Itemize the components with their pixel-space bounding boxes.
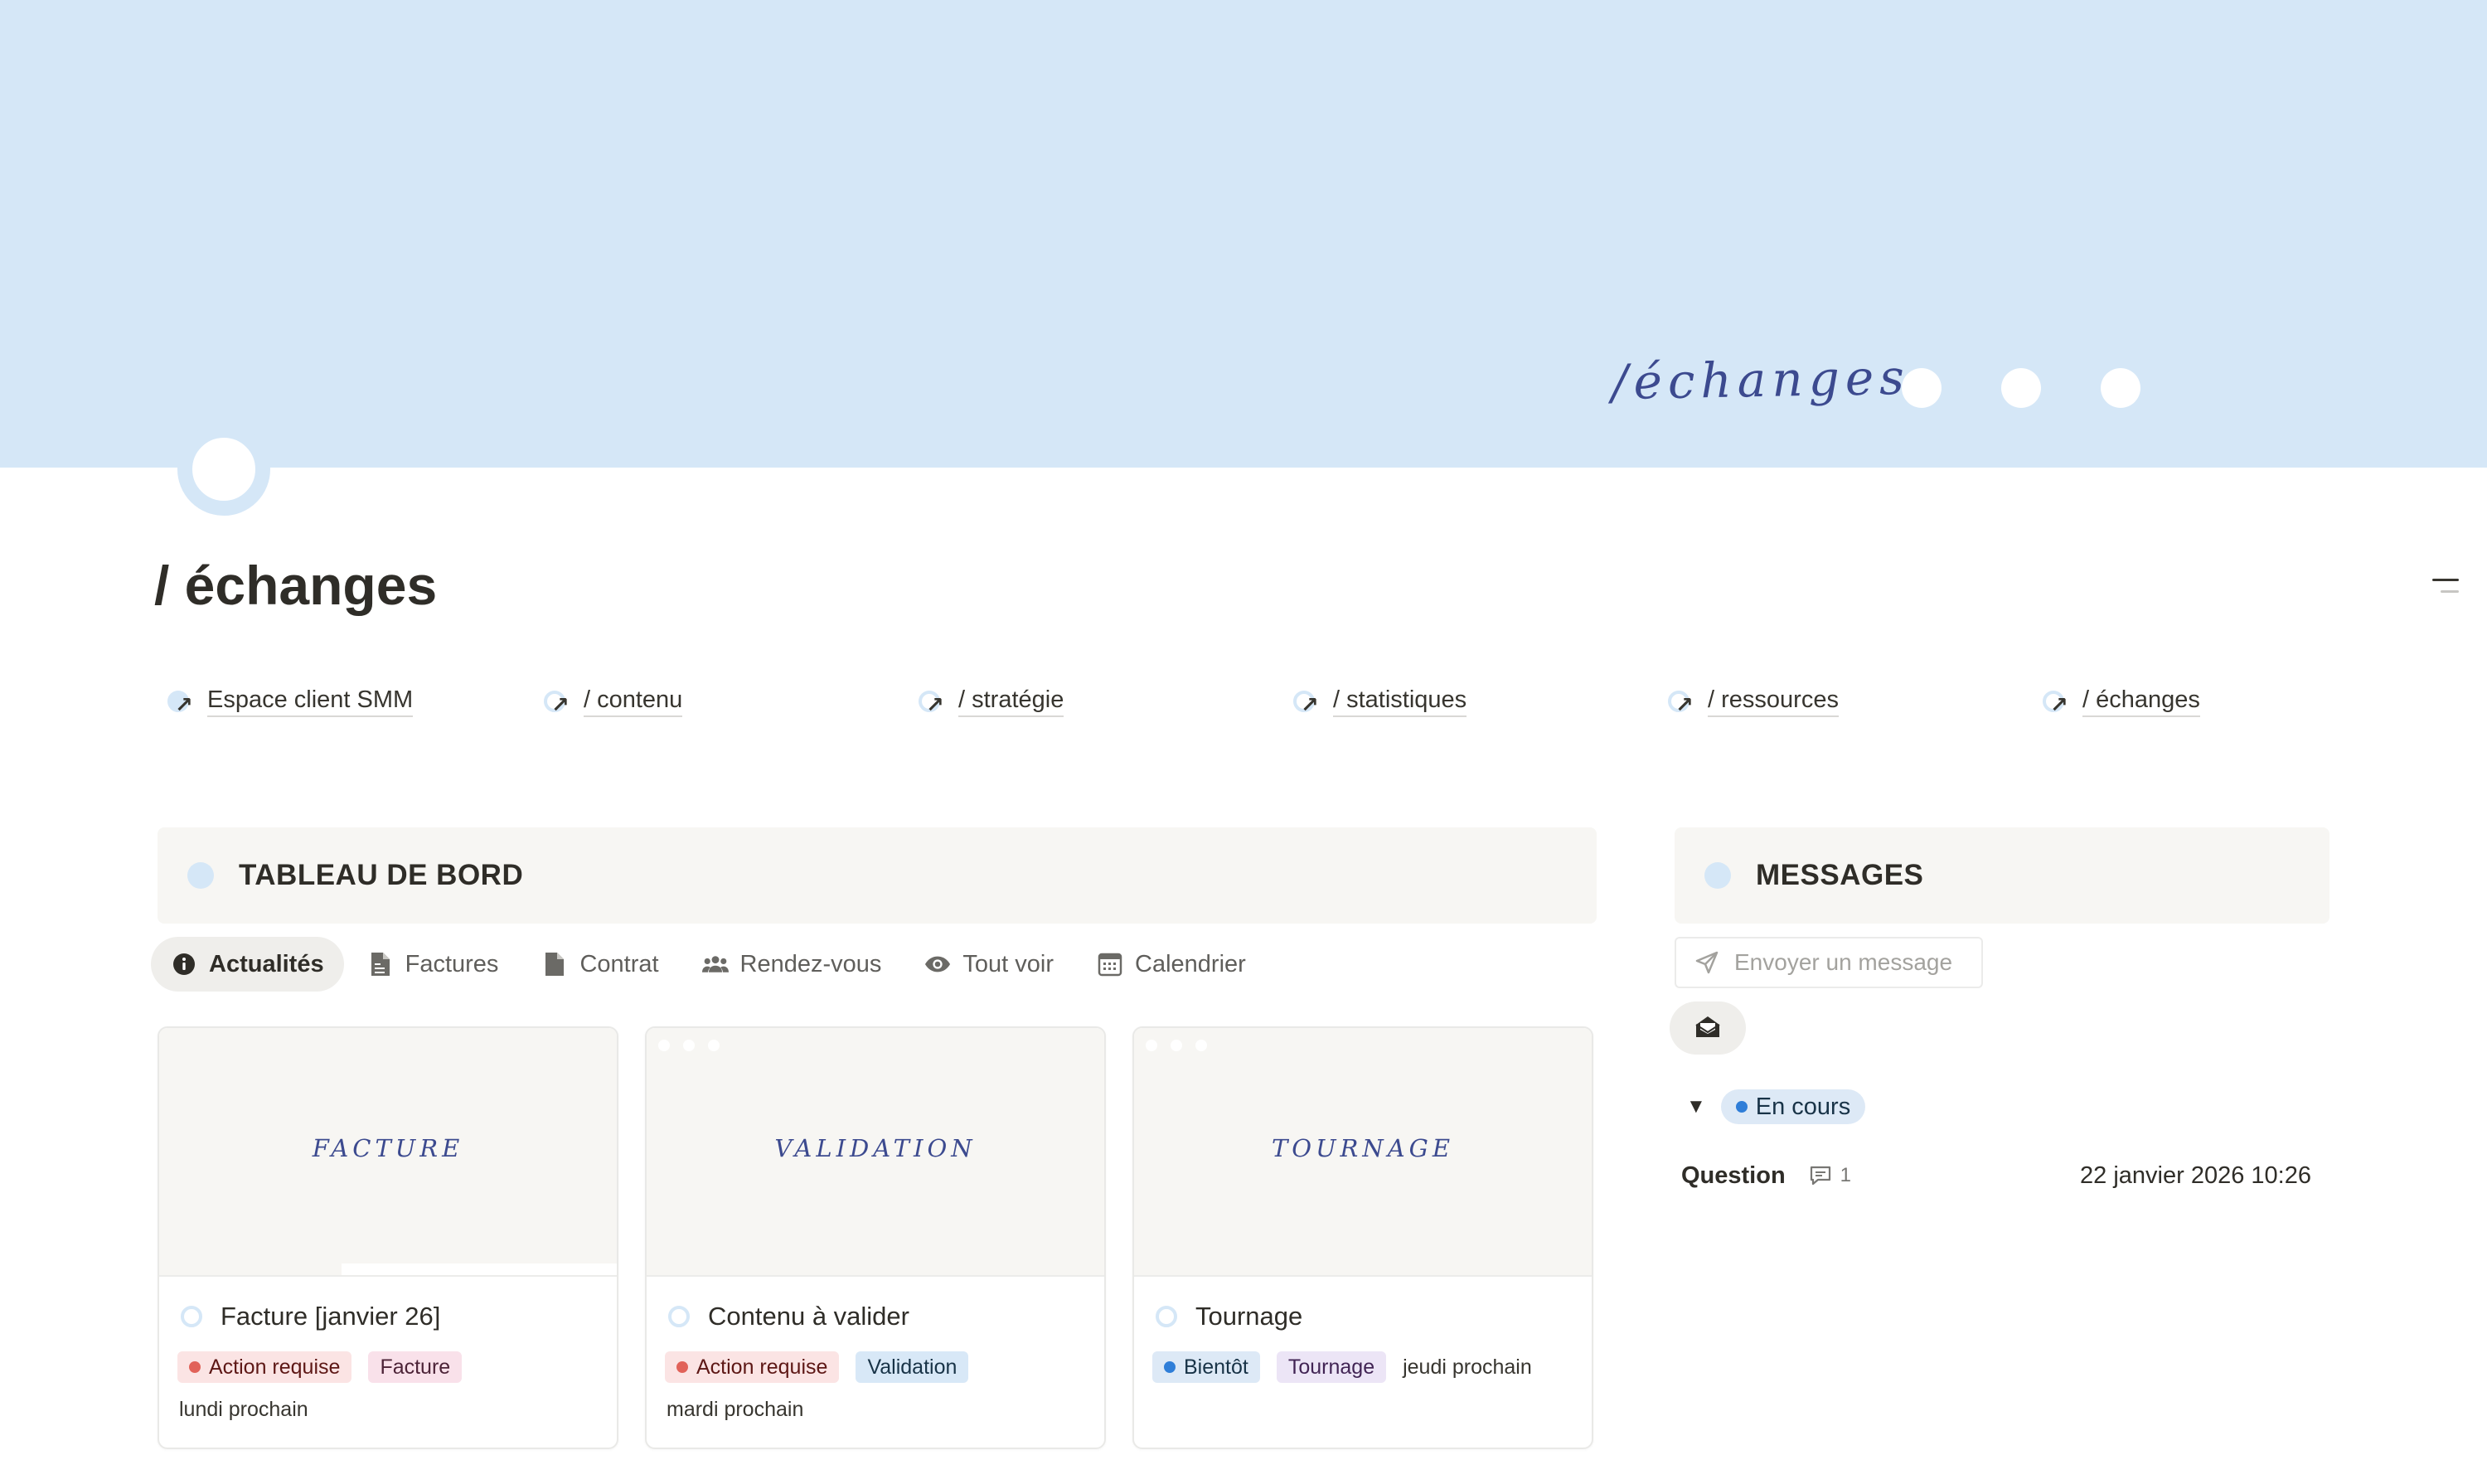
messages-title: MESSAGES <box>1756 859 1924 891</box>
card-tags: Action requise Validation <box>665 1351 985 1383</box>
info-icon <box>171 951 197 977</box>
inbox-view-button[interactable] <box>1670 1001 1746 1055</box>
tab-label: Actualités <box>209 950 324 977</box>
message-datetime: 22 janvier 2026 10:26 <box>2080 1161 2311 1189</box>
nav-link-label: / ressources <box>1708 686 1839 717</box>
inbox-icon <box>1694 1014 1722 1043</box>
cover-dot <box>2101 368 2140 408</box>
card-title-text: Tournage <box>1195 1302 1303 1331</box>
calendar-icon <box>1097 951 1123 977</box>
card-cover: TOURNAGE <box>1134 1028 1592 1277</box>
tab-label: Factures <box>405 950 499 977</box>
cover-dot <box>1902 368 1942 408</box>
status-badge: Bientôt <box>1152 1351 1260 1383</box>
card-title: Tournage <box>1156 1302 1302 1331</box>
page-circle-icon: ↗ <box>919 687 947 715</box>
tab-tout-voir[interactable]: Tout voir <box>904 937 1074 992</box>
eye-icon <box>924 951 951 977</box>
tab-contrat[interactable]: Contrat <box>521 937 678 992</box>
nav-link-label: Espace client SMM <box>207 686 414 717</box>
group-badge-label: En cours <box>1755 1093 1851 1120</box>
category-badge: Validation <box>856 1351 969 1383</box>
page-circle-icon: ↗ <box>544 687 572 715</box>
page-circle-icon: ↗ <box>1293 687 1321 715</box>
status-badge: Action requise <box>177 1351 352 1383</box>
card-cover-word: VALIDATION <box>774 1134 977 1162</box>
people-icon <box>701 951 729 977</box>
tab-factures[interactable]: Factures <box>347 937 519 992</box>
tab-label: Rendez-vous <box>739 950 882 977</box>
nav-link-contenu[interactable]: ↗ / contenu <box>544 683 683 720</box>
view-tabs: Actualités Factures Contrat Rendez-vous … <box>151 937 1269 992</box>
send-icon <box>1694 950 1719 975</box>
nav-link-ressources[interactable]: ↗ / ressources <box>1668 683 1839 720</box>
send-message-button[interactable]: Envoyer un message <box>1675 937 1983 988</box>
card-cover: FACTURE <box>159 1028 617 1277</box>
status-ring-icon <box>181 1306 202 1327</box>
nav-link-strategie[interactable]: ↗ / stratégie <box>919 683 1064 720</box>
nav-link-label: / statistiques <box>1333 686 1467 717</box>
dashboard-title: TABLEAU DE BORD <box>239 859 524 891</box>
card-cover-word: FACTURE <box>312 1134 464 1162</box>
status-badge-label: Bientôt <box>1184 1355 1248 1379</box>
card-title-text: Facture [janvier 26] <box>221 1302 441 1331</box>
nav-link-statistiques[interactable]: ↗ / statistiques <box>1293 683 1467 720</box>
card-title: Contenu à valider <box>668 1302 909 1331</box>
card-tags: Bientôt Tournage jeudi prochain <box>1152 1351 1532 1383</box>
card-date: jeudi prochain <box>1403 1355 1532 1379</box>
nav-link-espace-client[interactable]: ↗ Espace client SMM <box>167 683 414 720</box>
messages-header: MESSAGES <box>1675 827 2329 924</box>
card-title-text: Contenu à valider <box>708 1302 909 1331</box>
tab-rendez-vous[interactable]: Rendez-vous <box>682 937 902 992</box>
send-message-label: Envoyer un message <box>1734 949 1953 975</box>
card-title: Facture [janvier 26] <box>181 1302 440 1331</box>
cover-title: /échanges <box>1611 348 1911 411</box>
status-badge-label: Action requise <box>209 1355 341 1379</box>
dashboard-header: TABLEAU DE BORD <box>158 827 1597 924</box>
status-ring-icon <box>668 1306 690 1327</box>
collapse-triangle-icon[interactable]: ▼ <box>1686 1095 1706 1118</box>
status-badge: Action requise <box>665 1351 840 1383</box>
nav-link-label: / contenu <box>584 686 683 717</box>
comment-count: 1 <box>1809 1164 1851 1187</box>
card-cover-word: TOURNAGE <box>1271 1134 1455 1162</box>
card-tags: Action requise Facture <box>177 1351 478 1383</box>
page-icon[interactable] <box>177 423 270 516</box>
page-circle-icon: ↗ <box>167 687 196 715</box>
dot-icon <box>1704 862 1731 889</box>
category-badge: Facture <box>368 1351 463 1383</box>
card-date: lundi prochain <box>179 1398 308 1421</box>
list-item[interactable]: Question 1 22 janvier 2026 10:26 <box>1681 1157 2311 1194</box>
invoice-icon <box>367 951 394 977</box>
tab-label: Tout voir <box>962 950 1054 977</box>
card-tournage[interactable]: TOURNAGE Tournage Bientôt Tournage jeudi… <box>1132 1026 1593 1449</box>
card-date: mardi prochain <box>667 1398 804 1421</box>
status-ring-icon <box>1156 1306 1177 1327</box>
page-title: / échanges <box>154 555 438 616</box>
nav-link-label: / échanges <box>2082 686 2200 717</box>
nav-link-label: / stratégie <box>958 686 1064 717</box>
tab-label: Calendrier <box>1135 950 1246 977</box>
card-cover: VALIDATION <box>647 1028 1104 1277</box>
message-title: Question <box>1681 1161 1786 1189</box>
tab-actualites[interactable]: Actualités <box>151 937 344 992</box>
dot-icon <box>187 862 214 889</box>
table-of-contents-icon[interactable] <box>2432 579 2459 602</box>
page-circle-icon: ↗ <box>1668 687 1696 715</box>
group-badge: En cours <box>1720 1089 1866 1124</box>
group-en-cours[interactable]: ▼ En cours <box>1686 1089 1866 1124</box>
card-facture[interactable]: FACTURE Facture [janvier 26] Action requ… <box>158 1026 618 1449</box>
document-icon <box>541 951 568 977</box>
category-badge: Tournage <box>1276 1351 1387 1383</box>
cover-dot <box>2001 368 2041 408</box>
page-circle-icon: ↗ <box>2043 687 2071 715</box>
tab-label: Contrat <box>579 950 659 977</box>
comment-icon <box>1810 1166 1830 1186</box>
comment-count-value: 1 <box>1840 1164 1852 1186</box>
status-badge-label: Action requise <box>696 1355 828 1379</box>
card-validation[interactable]: VALIDATION Contenu à valider Action requ… <box>645 1026 1106 1449</box>
nav-link-echanges[interactable]: ↗ / échanges <box>2043 683 2200 720</box>
tab-calendrier[interactable]: Calendrier <box>1077 937 1266 992</box>
